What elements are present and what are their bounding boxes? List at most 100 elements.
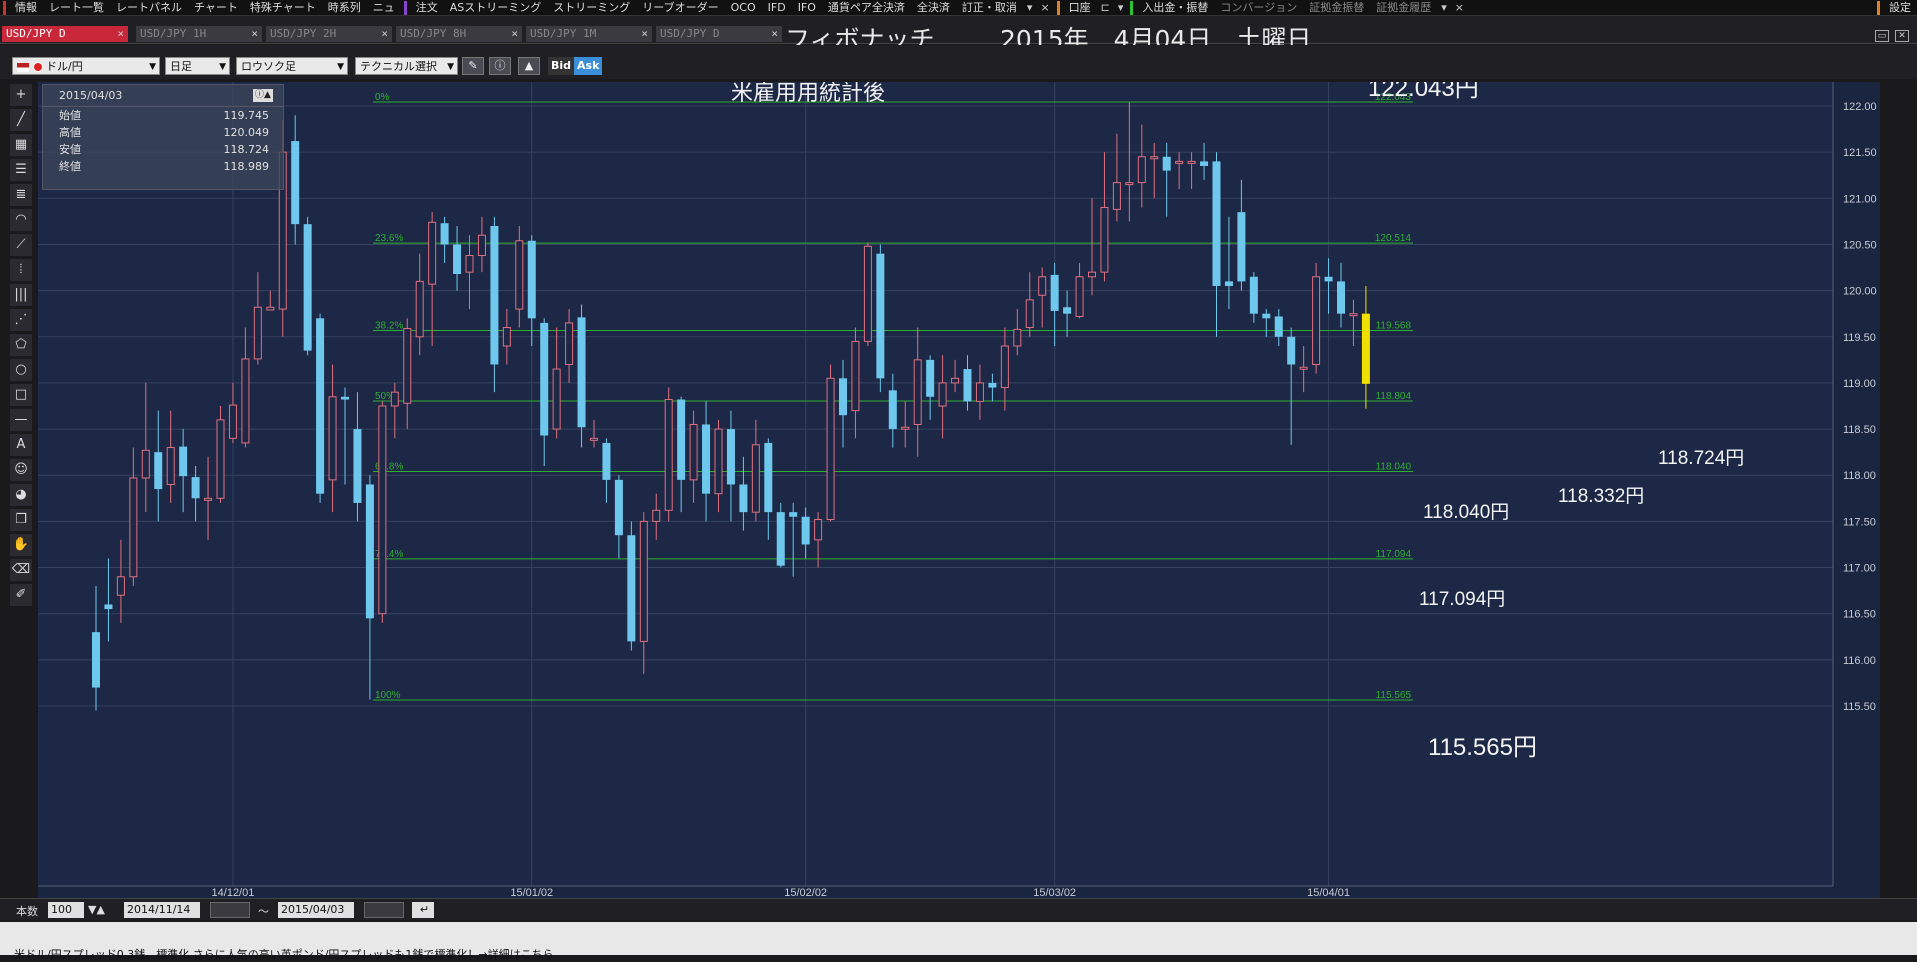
close-tab-icon[interactable]: × bbox=[381, 26, 388, 42]
pitchfork-icon[interactable]: ⋰ bbox=[10, 309, 32, 331]
candle-body bbox=[913, 359, 922, 425]
menu-item[interactable]: 証拠金振替 bbox=[1303, 0, 1370, 16]
chevron-down-icon[interactable]: ▾ bbox=[1437, 1, 1451, 14]
chart-kind-value: ロウソク足 bbox=[241, 60, 296, 73]
eraser-all-icon[interactable]: ✐ bbox=[10, 584, 32, 606]
pencil-icon[interactable]: ✎ bbox=[462, 57, 484, 75]
chevron-down-icon[interactable]: ▾ bbox=[1114, 1, 1128, 14]
menu-item[interactable]: IFO bbox=[792, 0, 822, 16]
close-tab-icon[interactable]: × bbox=[251, 26, 258, 42]
chart-tab[interactable]: USD/JPY D × bbox=[656, 26, 782, 42]
refresh-icon[interactable]: ↵ bbox=[412, 902, 434, 918]
news-ticker[interactable]: 米ドル/円スプレッド0.3銭、標準化 さらに人気の高い英ポンド/円スプレッドも1… bbox=[0, 922, 1917, 961]
menu-item[interactable]: レートパネル bbox=[110, 0, 188, 16]
window-controls: ▭ ✕ bbox=[1875, 30, 1909, 42]
ruler-icon[interactable]: ▦ bbox=[10, 134, 32, 156]
close-tab-icon[interactable]: × bbox=[511, 26, 518, 42]
menu-item[interactable]: 特殊チャート bbox=[244, 0, 322, 16]
menu-item[interactable]: 通貨ペア全決済 bbox=[822, 0, 911, 16]
menu-item[interactable]: 時系列 bbox=[322, 0, 367, 16]
bid-button[interactable]: Bid bbox=[548, 57, 575, 75]
line-icon[interactable]: ╱ bbox=[10, 109, 32, 131]
color-icon[interactable]: ◕ bbox=[10, 484, 32, 506]
text-icon[interactable]: A bbox=[10, 434, 32, 456]
menu-item[interactable]: チャート bbox=[188, 0, 244, 16]
menu-item[interactable]: ストリーミング bbox=[547, 0, 636, 16]
menu-item[interactable]: IFD bbox=[762, 0, 792, 16]
eraser-icon[interactable]: ⌫ bbox=[10, 559, 32, 581]
menu-item[interactable]: ASストリーミング bbox=[444, 0, 548, 16]
candle-body bbox=[901, 426, 910, 430]
chevron-down-icon[interactable]: ▾ bbox=[1023, 1, 1037, 14]
close-tab-icon[interactable]: × bbox=[641, 26, 648, 42]
y-tick-label: 118.00 bbox=[1843, 470, 1876, 482]
smiley-icon[interactable]: ☺ bbox=[10, 459, 32, 481]
mountain-icon[interactable]: ▲ bbox=[518, 57, 540, 75]
close-tab-icon[interactable]: × bbox=[117, 26, 124, 42]
close-tab-icon[interactable]: × bbox=[771, 26, 778, 42]
to-time-input[interactable] bbox=[364, 902, 404, 918]
rectangle-icon[interactable]: □ bbox=[10, 384, 32, 406]
candlestick-chart[interactable]: 122.00 121.50 121.00 120.50 120.00 119.50 119.… bbox=[38, 82, 1880, 898]
period-select[interactable]: 日足 ▼ bbox=[165, 57, 230, 75]
menu-item[interactable]: 口座 bbox=[1063, 0, 1097, 16]
chart-tab[interactable]: USD/JPY 2H × bbox=[266, 26, 392, 42]
circle-icon[interactable]: ○ bbox=[10, 359, 32, 381]
settings-menu[interactable]: 設定 bbox=[1883, 0, 1917, 16]
to-date-input[interactable]: 2015/04/03 bbox=[278, 902, 354, 918]
channel-icon[interactable]: ⦙ bbox=[10, 259, 32, 281]
copy-icon[interactable]: ❐ bbox=[10, 509, 32, 531]
menu-item[interactable]: 証拠金履歴 bbox=[1370, 0, 1437, 16]
candle-body bbox=[1162, 156, 1171, 171]
menu-item[interactable]: ニュ bbox=[367, 0, 401, 16]
candle-body bbox=[527, 240, 536, 319]
account-icon[interactable]: ⊏ bbox=[1097, 1, 1114, 14]
candle-body bbox=[1299, 366, 1308, 370]
fib-lines-icon[interactable]: ≣ bbox=[10, 184, 32, 206]
menu-item[interactable]: 訂正・取消 bbox=[956, 0, 1023, 16]
restore-icon[interactable]: ▭ bbox=[1875, 30, 1889, 42]
hline-icon[interactable]: — bbox=[10, 409, 32, 431]
info-icon[interactable]: ⓘ bbox=[489, 57, 511, 75]
from-time-input[interactable] bbox=[210, 902, 250, 918]
chevron-down-icon: ▼ bbox=[447, 62, 454, 72]
from-date-input[interactable]: 2014/11/14 bbox=[124, 902, 200, 918]
chart-kind-select[interactable]: ロウソク足 ▼ bbox=[236, 57, 348, 75]
menu-item[interactable]: 注文 bbox=[410, 0, 444, 16]
info-collapse-icon[interactable]: ⓘ▲ bbox=[253, 89, 273, 102]
technical-select[interactable]: テクニカル選択 ▼ bbox=[355, 57, 458, 75]
chart-tab[interactable]: USD/JPY 1M × bbox=[526, 26, 652, 42]
candle-body bbox=[328, 396, 337, 481]
horizontal-lines-icon[interactable]: ☰ bbox=[10, 159, 32, 181]
menu-item[interactable]: 全決済 bbox=[911, 0, 956, 16]
bid-ask-toggle[interactable]: Bid Ask bbox=[548, 57, 603, 75]
menu-item[interactable]: OCO bbox=[725, 0, 762, 16]
crosshair-icon[interactable]: + bbox=[10, 84, 32, 106]
candle-body bbox=[129, 477, 138, 578]
close-icon[interactable]: × bbox=[1451, 1, 1468, 14]
arc-icon[interactable]: ◠ bbox=[10, 209, 32, 231]
close-window-icon[interactable]: ✕ bbox=[1895, 30, 1909, 42]
menu-item[interactable]: コンバージョン bbox=[1214, 0, 1303, 16]
count-input[interactable]: 100 bbox=[48, 902, 84, 918]
close-icon[interactable]: × bbox=[1036, 1, 1053, 14]
fan-icon[interactable]: ⟋ bbox=[10, 234, 32, 256]
menu-item[interactable]: レート一覧 bbox=[43, 0, 110, 16]
menu-item[interactable]: 情報 bbox=[9, 0, 43, 16]
chart-tab[interactable]: USD/JPY 8H × bbox=[396, 26, 522, 42]
menu-item[interactable]: 入出金・振替 bbox=[1136, 0, 1214, 16]
count-stepper[interactable]: ▼▲ bbox=[88, 903, 105, 916]
candle-body bbox=[353, 429, 362, 503]
y-tick-label: 119.00 bbox=[1843, 378, 1876, 390]
currency-pair-select[interactable]: ドル/円 ▼ bbox=[12, 57, 160, 75]
vertical-lines-icon[interactable]: ||| bbox=[10, 284, 32, 306]
pentagon-icon[interactable]: ⬠ bbox=[10, 334, 32, 356]
hand-icon[interactable]: ✋ bbox=[10, 534, 32, 556]
ask-button[interactable]: Ask bbox=[574, 57, 603, 75]
candle-body bbox=[863, 245, 872, 342]
menu-item[interactable]: リーブオーダー bbox=[636, 0, 724, 16]
chart-tab[interactable]: USD/JPY D × bbox=[2, 26, 128, 42]
y-tick-label: 120.00 bbox=[1843, 286, 1877, 298]
candle-body bbox=[1075, 276, 1084, 317]
chart-tab[interactable]: USD/JPY 1H × bbox=[136, 26, 262, 42]
